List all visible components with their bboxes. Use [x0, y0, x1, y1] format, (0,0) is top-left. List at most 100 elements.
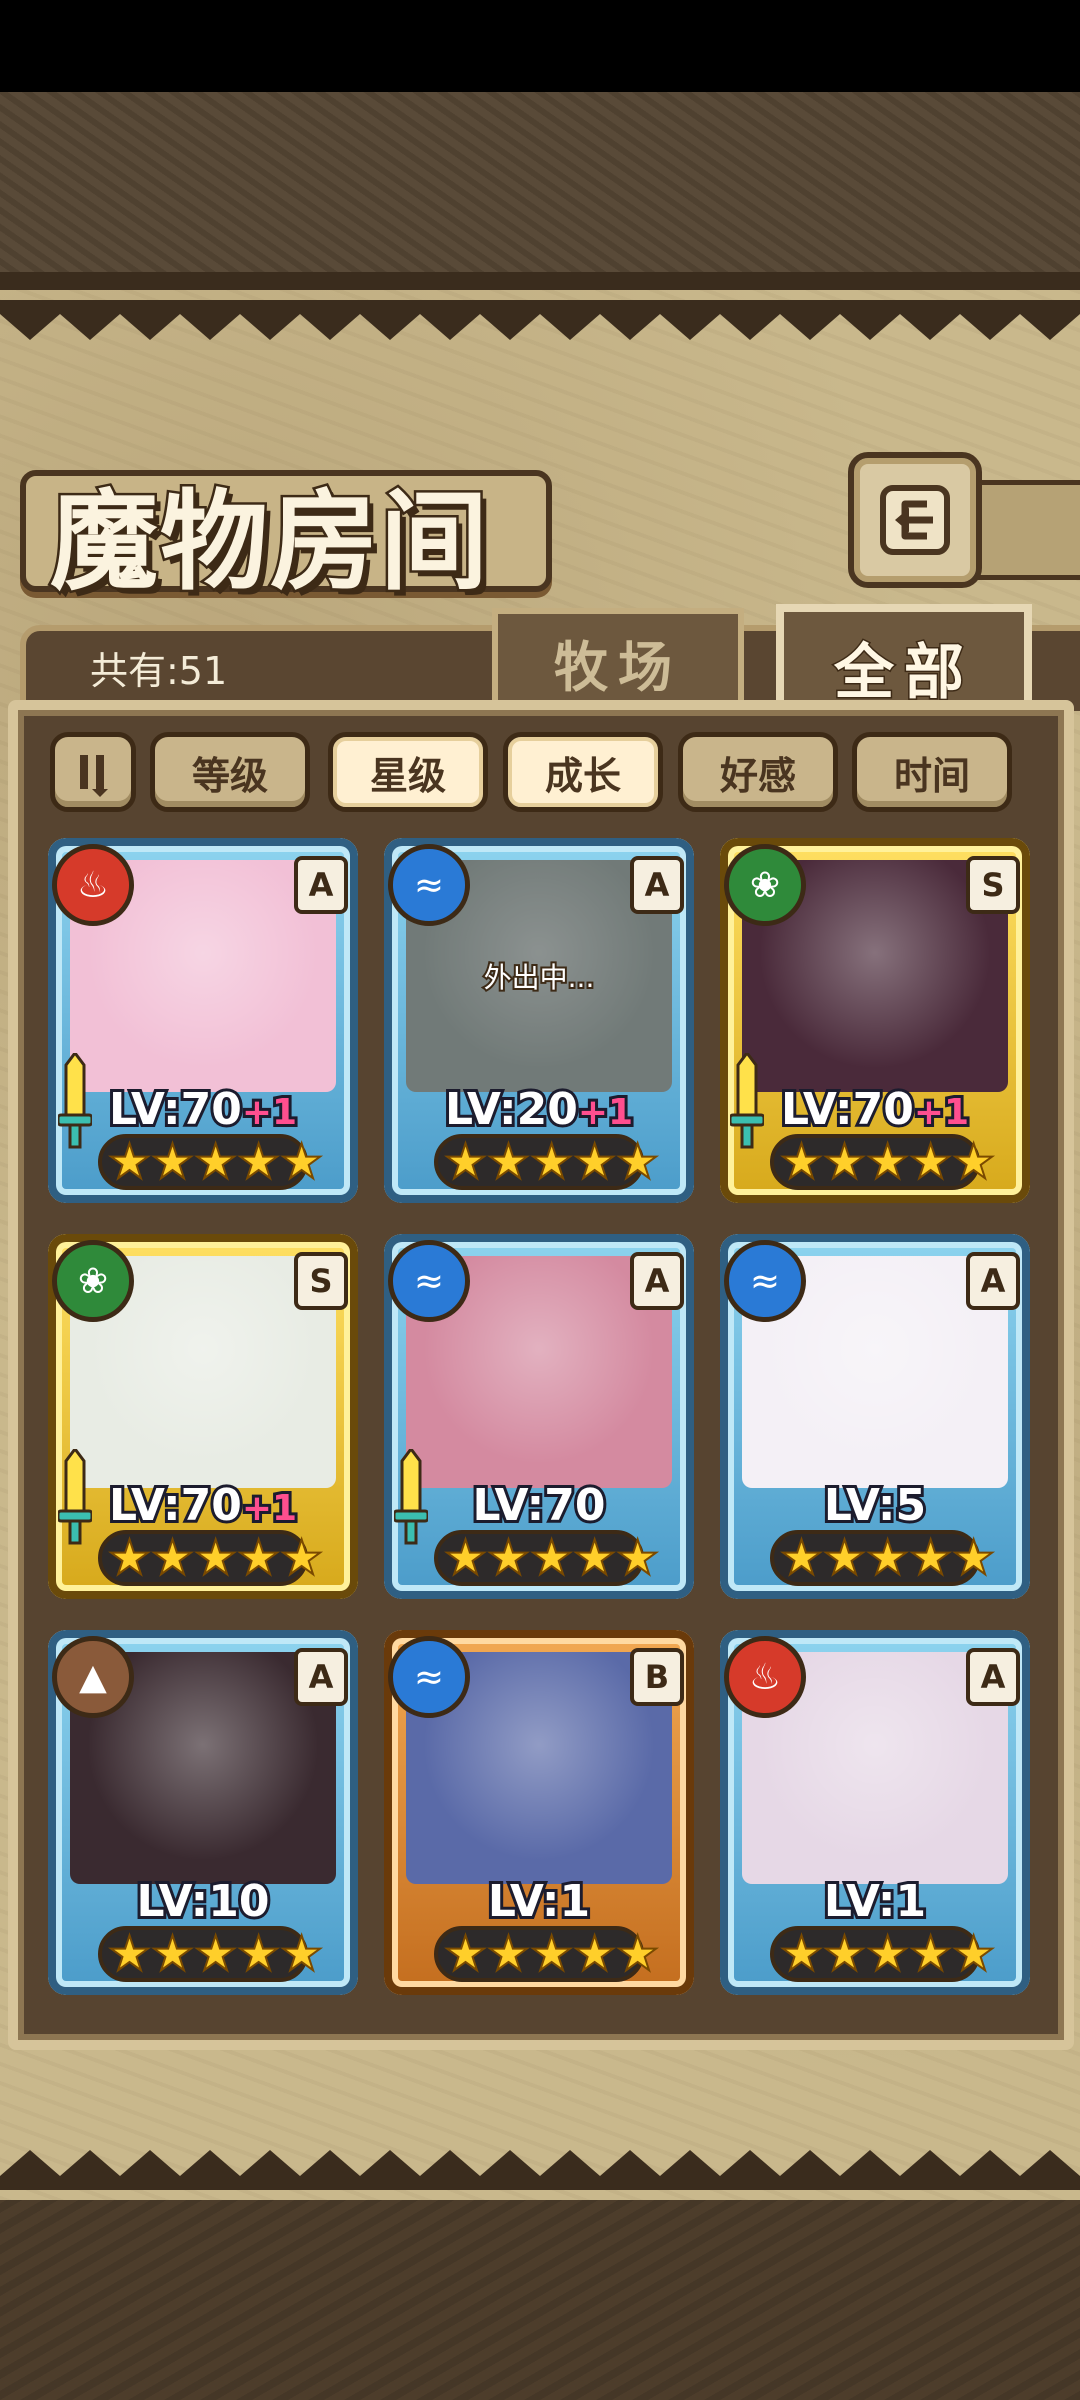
mountain-element-icon: ▲ [52, 1636, 134, 1718]
leaf-element-icon: ❀ [724, 844, 806, 926]
star-icon: ★ [486, 1926, 531, 1982]
star-icon: ★ [107, 1926, 152, 1982]
star-icon: ★ [150, 1926, 195, 1982]
star-icon: ★ [150, 1134, 195, 1190]
star-rating: ★ ★ ★ ★ ★ [434, 1926, 660, 1982]
water-element-icon: ≈ [388, 1636, 470, 1718]
fire-element-icon: ♨ [52, 844, 134, 926]
star-icon: ★ [822, 1926, 867, 1982]
level-bonus: +1 [575, 1089, 636, 1136]
star-icon: ★ [443, 1134, 488, 1190]
star-rating: ★ ★ ★ ★ ★ [770, 1530, 996, 1586]
zigzag-border-top [0, 300, 1080, 340]
rank-badge: S [294, 1252, 348, 1310]
star-icon: ★ [822, 1134, 867, 1190]
back-button[interactable] [848, 452, 982, 588]
water-element-icon: ≈ [388, 844, 470, 926]
level-bonus: +1 [239, 1089, 300, 1136]
level-value: LV:20 [442, 1081, 581, 1138]
star-icon: ★ [279, 1530, 324, 1586]
monster-level: LV:1 [384, 1873, 694, 1930]
sort-by-growth-button[interactable]: 成长 [503, 732, 663, 812]
monster-level: LV:10 [48, 1873, 358, 1930]
page-title: 魔物房间 [47, 477, 491, 608]
star-rating: ★ ★ ★ ★ ★ [434, 1134, 660, 1190]
rank-badge: A [294, 1648, 348, 1706]
level-value: LV:70 [106, 1477, 245, 1534]
star-icon: ★ [779, 1530, 824, 1586]
rank-badge: A [294, 856, 348, 914]
zigzag-border-bottom [0, 2150, 1080, 2190]
monster-card[interactable]: ♨ A LV:1 ★ ★ ★ ★ ★ [720, 1630, 1030, 1995]
star-icon: ★ [908, 1530, 953, 1586]
sort-by-star-button[interactable]: 星级 [328, 732, 488, 812]
top-band-border [0, 272, 1080, 290]
star-icon: ★ [615, 1530, 660, 1586]
star-icon: ★ [279, 1926, 324, 1982]
star-icon: ★ [779, 1134, 824, 1190]
monster-level: LV:70+1 [720, 1081, 1030, 1138]
monster-level: LV:1 [720, 1873, 1030, 1930]
away-status-label: 外出中... [482, 959, 597, 996]
monster-card[interactable]: ♨ A LV:70+1 ★ ★ ★ ★ ★ [48, 838, 358, 1203]
monster-card[interactable]: ≈ A LV:5 ★ ★ ★ ★ ★ [720, 1234, 1030, 1599]
star-icon: ★ [529, 1926, 574, 1982]
star-icon: ★ [572, 1926, 617, 1982]
star-icon: ★ [572, 1530, 617, 1586]
star-icon: ★ [615, 1926, 660, 1982]
fire-element-icon: ♨ [724, 1636, 806, 1718]
bottom-map-band [0, 2200, 1080, 2400]
star-icon: ★ [572, 1134, 617, 1190]
star-rating: ★ ★ ★ ★ ★ [770, 1134, 996, 1190]
level-value: LV:10 [134, 1873, 273, 1930]
star-icon: ★ [193, 1926, 238, 1982]
status-bar [0, 0, 1080, 92]
water-element-icon: ≈ [388, 1240, 470, 1322]
rank-badge: S [966, 856, 1020, 914]
sort-by-level-button[interactable]: 等级 [150, 732, 310, 812]
star-icon: ★ [865, 1926, 910, 1982]
monster-card[interactable]: ≈ A LV:70 ★ ★ ★ ★ ★ [384, 1234, 694, 1599]
monster-card[interactable]: ❀ S LV:70+1 ★ ★ ★ ★ ★ [720, 838, 1030, 1203]
star-icon: ★ [236, 1926, 281, 1982]
level-value: LV:70 [106, 1081, 245, 1138]
sort-by-time-button[interactable]: 时间 [852, 732, 1012, 812]
star-icon: ★ [236, 1530, 281, 1586]
sort-order-toggle[interactable] [50, 732, 136, 812]
star-icon: ★ [443, 1530, 488, 1586]
rank-badge: A [630, 1252, 684, 1310]
level-value: LV:70 [470, 1477, 609, 1534]
star-rating: ★ ★ ★ ★ ★ [98, 1926, 324, 1982]
star-icon: ★ [865, 1134, 910, 1190]
star-icon: ★ [279, 1134, 324, 1190]
rank-badge: A [630, 856, 684, 914]
star-icon: ★ [529, 1530, 574, 1586]
star-rating: ★ ★ ★ ★ ★ [434, 1530, 660, 1586]
level-value: LV:5 [821, 1477, 929, 1534]
star-icon: ★ [150, 1530, 195, 1586]
star-icon: ★ [107, 1134, 152, 1190]
sort-by-affection-button[interactable]: 好感 [678, 732, 838, 812]
level-value: LV:1 [485, 1873, 593, 1930]
star-icon: ★ [951, 1134, 996, 1190]
star-icon: ★ [107, 1530, 152, 1586]
star-rating: ★ ★ ★ ★ ★ [770, 1926, 996, 1982]
rank-badge: A [966, 1648, 1020, 1706]
star-icon: ★ [193, 1530, 238, 1586]
star-rating: ★ ★ ★ ★ ★ [98, 1530, 324, 1586]
monster-level: LV:70 [384, 1477, 694, 1534]
monster-level: LV:5 [720, 1477, 1030, 1534]
star-icon: ★ [236, 1134, 281, 1190]
star-icon: ★ [822, 1530, 867, 1586]
monster-card[interactable]: ≈ B LV:1 ★ ★ ★ ★ ★ [384, 1630, 694, 1995]
monster-card[interactable]: ❀ S LV:70+1 ★ ★ ★ ★ ★ [48, 1234, 358, 1599]
leaf-element-icon: ❀ [52, 1240, 134, 1322]
star-icon: ★ [951, 1530, 996, 1586]
star-icon: ★ [486, 1134, 531, 1190]
monster-card[interactable]: ▲ A LV:10 ★ ★ ★ ★ ★ [48, 1630, 358, 1995]
level-bonus: +1 [911, 1089, 972, 1136]
monster-card[interactable]: ≈ A 外出中... LV:20+1 ★ ★ ★ ★ ★ [384, 838, 694, 1203]
star-icon: ★ [443, 1926, 488, 1982]
sort-toggle-icon [80, 755, 108, 797]
star-rating: ★ ★ ★ ★ ★ [98, 1134, 324, 1190]
